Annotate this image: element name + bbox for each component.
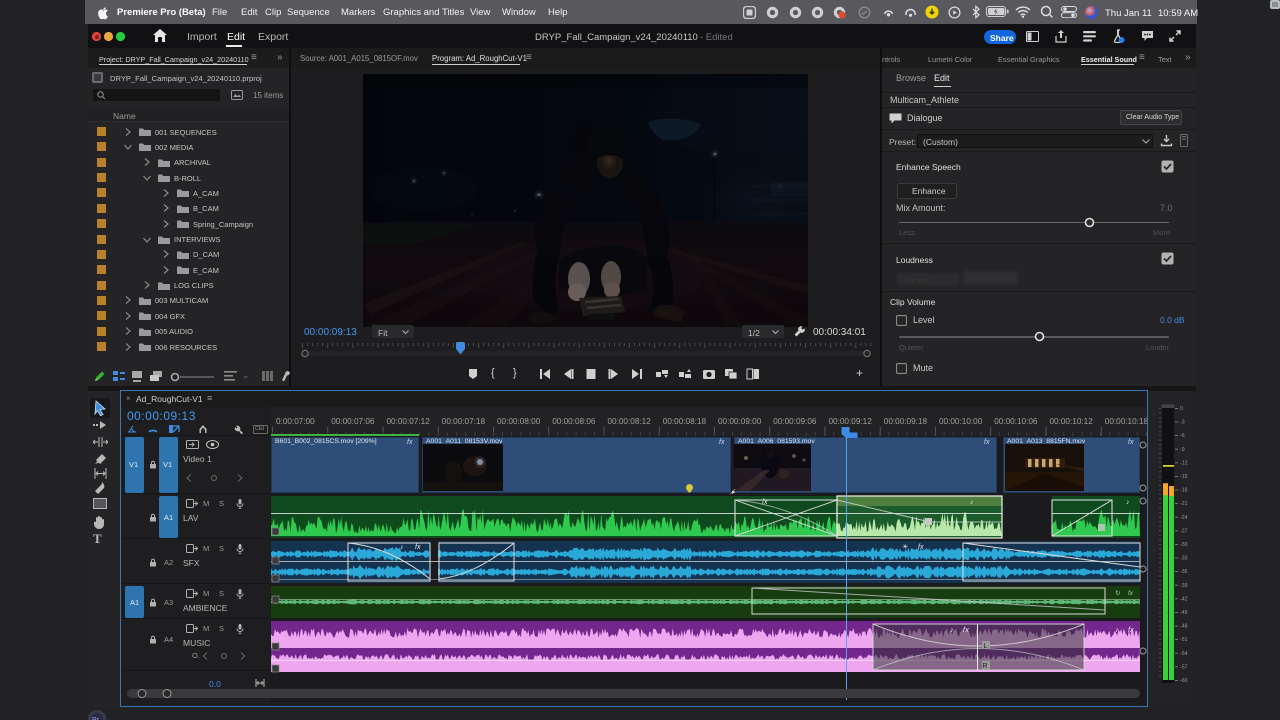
svg-text:-54: -54 (1180, 651, 1188, 657)
svg-text:R: R (983, 663, 988, 670)
svg-text:fx: fx (963, 625, 969, 634)
svg-text:♪: ♪ (1126, 499, 1130, 506)
svg-text:0: 0 (1180, 406, 1183, 412)
svg-text:-60: -60 (1180, 678, 1188, 684)
svg-text:00:00:09:06: 00:00:09:06 (773, 417, 817, 426)
svg-text:-48: -48 (1180, 624, 1188, 630)
svg-text:00:00:08:06: 00:00:08:06 (552, 417, 596, 426)
svg-text:-57: -57 (1180, 664, 1188, 670)
svg-text:fx: fx (918, 544, 924, 551)
svg-text:-3: -3 (1180, 420, 1185, 426)
svg-text:-15: -15 (1180, 474, 1188, 480)
svg-text:00:00:07:06: 00:00:07:06 (331, 417, 375, 426)
svg-text:-24: -24 (1180, 515, 1188, 521)
svg-text:↻: ↻ (1115, 590, 1121, 597)
svg-text:-30: -30 (1180, 542, 1188, 548)
svg-text:00:00:07:12: 00:00:07:12 (387, 417, 431, 426)
svg-text:fx: fx (762, 499, 768, 506)
svg-text:♪: ♪ (970, 499, 974, 506)
svg-text:♪: ♪ (1115, 625, 1119, 634)
svg-text:fx: fx (1128, 625, 1134, 634)
svg-text:♪: ♪ (400, 544, 404, 551)
svg-text:-39: -39 (1180, 583, 1188, 589)
svg-text:00:00:09:12: 00:00:09:12 (829, 417, 873, 426)
svg-text:-42: -42 (1180, 596, 1188, 602)
svg-text:fx: fx (415, 544, 421, 551)
svg-text:-45: -45 (1180, 610, 1188, 616)
svg-text:▸̸: ▸̸ (730, 488, 736, 496)
svg-text:0:00:07:00: 0:00:07:00 (276, 417, 315, 426)
svg-text:00:00:10:12: 00:00:10:12 (1050, 417, 1094, 426)
svg-text:00:00:10:06: 00:00:10:06 (994, 417, 1038, 426)
svg-text:00:00:08:00: 00:00:08:00 (497, 417, 541, 426)
svg-text:-51: -51 (1180, 637, 1188, 643)
svg-text:☀: ☀ (902, 543, 908, 551)
svg-text:00:00:07:18: 00:00:07:18 (442, 417, 486, 426)
svg-text:L: L (984, 643, 988, 650)
svg-text:00:00:09:18: 00:00:09:18 (884, 417, 928, 426)
svg-text:-21: -21 (1180, 501, 1188, 507)
svg-text:-9: -9 (1180, 447, 1185, 453)
svg-text:♪: ♪ (950, 625, 954, 634)
svg-text:-33: -33 (1180, 556, 1188, 562)
svg-text:00:00:10:18: 00:00:10:18 (1105, 417, 1147, 426)
svg-text:00:00:09:00: 00:00:09:00 (718, 417, 762, 426)
svg-text:-27: -27 (1180, 528, 1188, 534)
svg-text:-6: -6 (1180, 433, 1185, 439)
svg-text:00:00:08:12: 00:00:08:12 (608, 417, 652, 426)
svg-text:-18: -18 (1180, 488, 1188, 494)
svg-text:fx: fx (1128, 590, 1134, 597)
svg-text:00:00:10:00: 00:00:10:00 (939, 417, 983, 426)
svg-text:-36: -36 (1180, 569, 1188, 575)
svg-text:00:00:08:18: 00:00:08:18 (663, 417, 707, 426)
svg-text:-12: -12 (1180, 460, 1188, 466)
